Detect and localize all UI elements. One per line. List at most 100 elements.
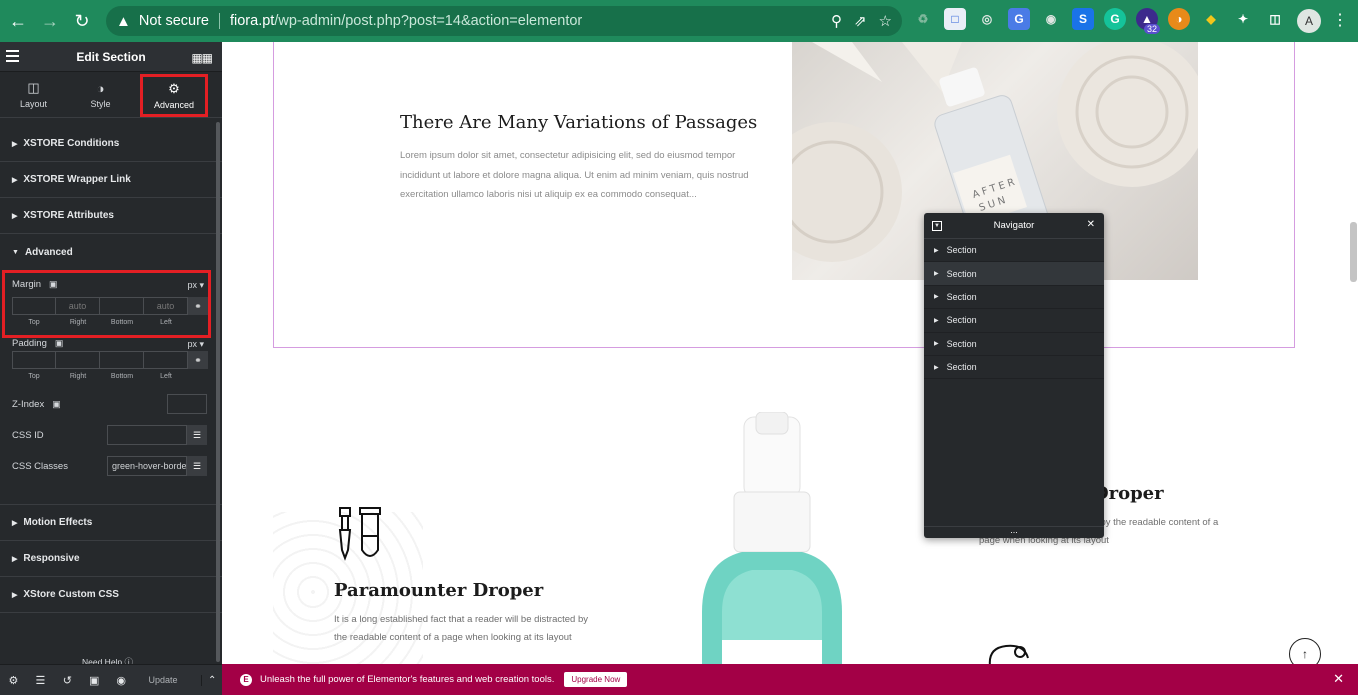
close-icon[interactable]: ✕ xyxy=(1087,219,1095,230)
tab-style[interactable]: ◑ Style xyxy=(67,72,134,117)
caret-right-icon[interactable]: ▶ xyxy=(934,364,939,371)
section-xstore-attributes[interactable]: ▶ XSTORE Attributes xyxy=(0,198,222,234)
caret-right-icon[interactable]: ▶ xyxy=(934,247,939,254)
puzzle-extensions-icon[interactable]: ✦ xyxy=(1232,8,1254,30)
section-motion-effects-label: Motion Effects xyxy=(23,517,93,528)
link-values-icon[interactable]: ⚭ xyxy=(188,297,208,315)
left-feature-text[interactable]: It is a long established fact that a rea… xyxy=(334,611,590,647)
yellow-extension-icon[interactable]: ◆ xyxy=(1200,8,1222,30)
padding-right-input[interactable] xyxy=(56,351,100,369)
navigator-item[interactable]: ▶ Section xyxy=(924,239,1104,263)
dynamic-tags-icon[interactable]: ☰ xyxy=(187,425,207,445)
section-responsive[interactable]: ▶ Responsive xyxy=(0,541,222,577)
camera-extension-icon[interactable]: ◉ xyxy=(1040,8,1062,30)
link-values-icon[interactable]: ⚭ xyxy=(188,351,208,369)
navigator-item[interactable]: ▶ Section xyxy=(924,309,1104,333)
section-xstore-custom-css[interactable]: ▶ XStore Custom CSS xyxy=(0,577,222,613)
widgets-grid-icon[interactable]: ▦▦ xyxy=(191,51,213,65)
tab-layout-label: Layout xyxy=(19,99,48,109)
navigator-item[interactable]: ▶ Section xyxy=(924,333,1104,356)
css-classes-input[interactable]: green-hover-borde xyxy=(107,456,187,476)
padding-control: Padding ▣ px ▾ ⚭ Top Right Bottom Left xyxy=(0,338,222,394)
spray-bottle-image[interactable] xyxy=(692,412,862,664)
browser-menu-icon[interactable]: ⋮ xyxy=(1332,10,1348,30)
padding-label-row: Padding ▣ xyxy=(12,338,63,349)
section-paragraph[interactable]: Lorem ipsum dolor sit amet, consectetur … xyxy=(400,146,776,205)
share-icon[interactable]: ⇗ xyxy=(854,12,867,30)
margin-unit[interactable]: px ▾ xyxy=(187,280,204,291)
navigator-header[interactable]: ▼ Navigator ✕ xyxy=(924,213,1104,239)
z-index-input[interactable] xyxy=(167,394,207,414)
caret-right-icon[interactable]: ▶ xyxy=(934,340,939,347)
padding-left-label: Left xyxy=(160,373,172,380)
navigator-item-label: Section xyxy=(946,338,977,349)
responsive-mode-icon[interactable]: ▣ xyxy=(81,674,108,687)
caret-right-icon: ▶ xyxy=(12,555,18,563)
sidepanel-icon[interactable]: ◫ xyxy=(1264,8,1286,30)
bookmark-star-icon[interactable]: ☆ xyxy=(879,12,892,30)
margin-top-input[interactable] xyxy=(12,297,56,315)
margin-right-input[interactable]: auto xyxy=(56,297,100,315)
upgrade-now-button[interactable]: Upgrade Now xyxy=(564,672,628,687)
navigator-item[interactable]: ▶ Section xyxy=(924,356,1104,380)
tab-advanced[interactable]: ⚙ Advanced xyxy=(140,74,208,117)
z-index-label: Z-Index xyxy=(12,398,45,410)
profile-avatar[interactable]: A xyxy=(1297,9,1321,33)
scroll-to-top-button[interactable]: ↑ xyxy=(1289,638,1321,664)
panel-tabs: ◫ Layout ◑ Style ⚙ Advanced xyxy=(0,72,222,118)
caret-right-icon[interactable]: ▶ xyxy=(934,293,939,300)
back-icon[interactable]: ← xyxy=(4,7,32,35)
section-heading[interactable]: There Are Many Variations of Passages xyxy=(400,112,757,133)
forward-icon[interactable]: → xyxy=(36,7,64,35)
margin-left-input[interactable]: auto xyxy=(144,297,188,315)
tab-layout[interactable]: ◫ Layout xyxy=(0,72,67,117)
navigator-item[interactable]: ▶ Section xyxy=(924,262,1104,286)
navigator-resize-handle[interactable]: ... xyxy=(924,526,1104,538)
reload-icon[interactable]: ↻ xyxy=(68,7,96,35)
navigator-item-label: Section xyxy=(946,315,977,326)
section-xstore-wrapper-link[interactable]: ▶ XSTORE Wrapper Link xyxy=(0,162,222,198)
padding-left-input[interactable] xyxy=(144,351,188,369)
monitor-icon[interactable]: ▣ xyxy=(55,338,64,349)
section-motion-effects[interactable]: ▶ Motion Effects xyxy=(0,505,222,541)
panel-scrollbar[interactable] xyxy=(216,122,220,662)
recycle-extension-icon[interactable]: ♻ xyxy=(912,8,934,30)
translate-extension-icon[interactable]: G xyxy=(1008,8,1030,30)
collapse-all-icon[interactable]: ▼ xyxy=(932,221,942,231)
margin-bottom-input[interactable] xyxy=(100,297,144,315)
hamburger-menu-icon[interactable] xyxy=(6,50,19,65)
navigator-item-label: Section xyxy=(946,268,977,279)
dropper-icon xyxy=(338,507,381,561)
monitor-icon[interactable]: ▣ xyxy=(52,399,61,410)
history-icon[interactable]: ↺ xyxy=(54,674,81,687)
zoom-icon[interactable]: ⚲ xyxy=(831,12,842,30)
caret-right-icon[interactable]: ▶ xyxy=(934,270,939,277)
close-icon[interactable]: ✕ xyxy=(1333,671,1344,687)
settings-gear-icon[interactable]: ⚙ xyxy=(0,674,27,687)
update-button[interactable]: Update xyxy=(143,675,184,685)
navigator-item-label: Section xyxy=(946,245,977,256)
s-extension-icon[interactable]: S xyxy=(1072,8,1094,30)
grammarly-extension-icon[interactable]: G xyxy=(1104,8,1126,30)
css-id-input[interactable] xyxy=(107,425,187,445)
layers-icon[interactable]: ☰ xyxy=(27,674,54,687)
caret-right-icon: ▶ xyxy=(12,519,18,527)
address-bar[interactable]: ▲ Not secure fiora.pt/wp-admin/post.php?… xyxy=(106,6,902,36)
preview-eye-icon[interactable]: ◉ xyxy=(108,674,135,687)
margin-inputs: auto auto ⚭ xyxy=(12,297,208,315)
section-advanced[interactable]: ▼ Advanced xyxy=(0,234,222,270)
docs-extension-icon[interactable]: □ xyxy=(944,8,966,30)
left-feature-title[interactable]: Paramounter Droper xyxy=(334,580,543,601)
navigator-item[interactable]: ▶ Section xyxy=(924,286,1104,310)
monitor-icon[interactable]: ▣ xyxy=(49,279,58,290)
canvas-scrollbar[interactable] xyxy=(1350,222,1357,282)
caret-right-icon[interactable]: ▶ xyxy=(934,317,939,324)
dynamic-tags-icon[interactable]: ☰ xyxy=(187,456,207,476)
globe-extension-icon[interactable]: ◎ xyxy=(976,8,998,30)
padding-top-input[interactable] xyxy=(12,351,56,369)
orange-extension-icon[interactable]: ◑ xyxy=(1168,8,1190,30)
padding-bottom-input[interactable] xyxy=(100,351,144,369)
chevron-up-icon[interactable]: ⌃ xyxy=(201,674,222,686)
padding-unit[interactable]: px ▾ xyxy=(187,339,204,350)
section-xstore-conditions[interactable]: ▶ XSTORE Conditions xyxy=(0,126,222,162)
